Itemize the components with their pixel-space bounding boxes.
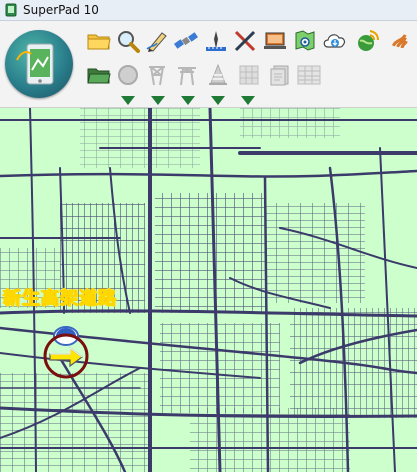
dropdown-arrow-1[interactable] <box>121 96 135 105</box>
grid-layer-icon <box>236 62 262 88</box>
tower-icon <box>144 62 170 88</box>
laptop-icon[interactable] <box>262 28 288 54</box>
satellite-icon[interactable] <box>173 28 199 54</box>
app-logo[interactable] <box>5 30 73 98</box>
map-canvas[interactable]: 新生高架道路 <box>0 108 417 472</box>
folder-green-icon[interactable] <box>86 62 112 88</box>
road-name-label: 新生高架道路 <box>3 288 117 310</box>
pen-edit-icon[interactable] <box>144 28 170 54</box>
tools-icon[interactable] <box>232 28 258 54</box>
sound-icon[interactable] <box>387 28 413 54</box>
current-location-marker[interactable] <box>42 324 92 380</box>
window-title: SuperPad 10 <box>23 3 99 17</box>
search-icon[interactable] <box>115 28 141 54</box>
document-icon <box>267 62 293 88</box>
cone-icon <box>205 62 231 88</box>
dropdown-arrow-2[interactable] <box>151 96 165 105</box>
title-bar: SuperPad 10 <box>0 0 417 21</box>
earth-signal-icon[interactable] <box>355 28 381 54</box>
power-pylon-icon <box>174 62 200 88</box>
app-icon <box>5 3 17 17</box>
measure-icon[interactable] <box>203 28 229 54</box>
record-circle-icon <box>115 62 141 88</box>
map-view-icon[interactable] <box>292 28 318 54</box>
dropdown-arrow-4[interactable] <box>211 96 225 105</box>
dropdown-arrow-3[interactable] <box>181 96 195 105</box>
cloud-download-icon[interactable] <box>322 28 348 54</box>
toolbar <box>0 21 417 108</box>
table-icon <box>296 62 322 88</box>
open-folder-icon[interactable] <box>86 28 112 54</box>
dropdown-arrow-5[interactable] <box>241 96 255 105</box>
